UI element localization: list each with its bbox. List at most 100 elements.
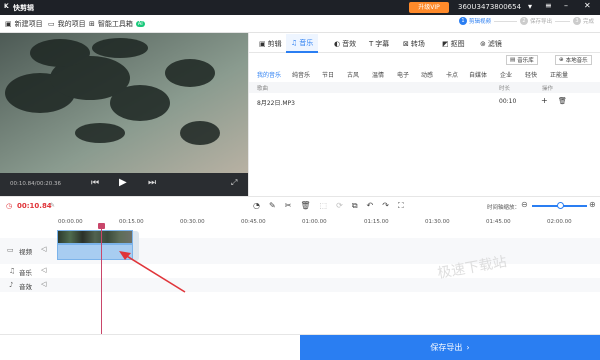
- track-volume-icon[interactable]: ◁: [41, 266, 46, 274]
- edit-time-icon[interactable]: ✎: [50, 202, 55, 209]
- ruler-tick: 01:30.00: [425, 219, 450, 225]
- ruler-tick: 00:45.00: [241, 219, 266, 225]
- save-export-button[interactable]: 保存导出 ›: [300, 335, 600, 360]
- local-music-label: 本地音乐: [565, 58, 588, 64]
- ruler-tick: 02:00.00: [547, 219, 572, 225]
- redo-icon[interactable]: ↷: [382, 201, 389, 211]
- text-icon: T: [369, 40, 374, 48]
- sfx-track: ♪ 音效 ◁: [0, 278, 600, 292]
- undo-icon[interactable]: ↶: [367, 201, 374, 211]
- tab-transition[interactable]: ⊠ 转场: [403, 37, 425, 51]
- step-3-label: 完成: [583, 19, 595, 25]
- edit-tools: ◔ ✎ ✂ 🗑 ⬚ ⟳ ⧉ ↶ ↷ ⛶: [253, 201, 404, 211]
- current-time: 00:10.84: [17, 202, 52, 210]
- step-3: 3 完成: [570, 17, 595, 25]
- category-enterprise[interactable]: 企业: [500, 70, 512, 79]
- song-duration: 00:10: [499, 98, 517, 105]
- video-track-icon: ▭: [7, 246, 14, 254]
- col-duration: 时长: [499, 86, 511, 92]
- tab-cutout[interactable]: ◩ 抠图: [442, 37, 465, 51]
- copy-icon[interactable]: ⧉: [352, 201, 358, 211]
- track-volume-icon[interactable]: ◁: [41, 245, 46, 253]
- tab-filter[interactable]: ⊚ 滤镜: [480, 37, 502, 51]
- pen-icon[interactable]: ✎: [269, 201, 276, 211]
- tab-clip[interactable]: ▣ 剪辑: [259, 37, 282, 51]
- speaker-icon: ◐: [334, 40, 341, 48]
- step-2-label: 保存导出: [530, 19, 553, 25]
- zoom-in-icon[interactable]: ⊕: [589, 200, 596, 209]
- category-warm[interactable]: 温情: [372, 70, 384, 79]
- category-electronic[interactable]: 电子: [397, 70, 409, 79]
- scissors-icon[interactable]: ✂: [285, 201, 292, 211]
- toolbox-button[interactable]: ⊞ 智能工具箱 AI: [89, 19, 145, 29]
- music-table-header: 歌曲 时长 操作: [249, 82, 600, 93]
- new-project-button[interactable]: ▣ 新建项目: [5, 19, 43, 29]
- tab-subtitle[interactable]: T 字幕: [369, 37, 389, 51]
- library-icon: ▤: [510, 57, 516, 63]
- video-track-label: 视频: [19, 248, 32, 256]
- add-icon[interactable]: +: [541, 96, 548, 105]
- transition-icon: ⊠: [403, 40, 409, 48]
- zoom-slider-handle[interactable]: [557, 202, 564, 209]
- video-clip-thumbnails[interactable]: [57, 230, 133, 244]
- fullscreen-icon[interactable]: ⤢: [231, 178, 237, 188]
- sfx-track-icon: ♪: [9, 281, 14, 289]
- timecode: 00:10.84/00:20.36: [10, 181, 62, 187]
- music-library-label: 音乐库: [517, 58, 534, 64]
- category-my-music[interactable]: 我的音乐: [257, 70, 281, 79]
- zoom-out-icon[interactable]: ⊖: [521, 200, 528, 209]
- import-icon: ⊕: [559, 57, 564, 63]
- music-library-button[interactable]: ▤ 音乐库: [506, 55, 538, 65]
- delete-icon[interactable]: 🗑: [558, 97, 567, 105]
- category-beat[interactable]: 卡点: [446, 70, 458, 79]
- save-export-label: 保存导出: [430, 343, 463, 352]
- dropdown-icon[interactable]: ▾: [528, 2, 532, 11]
- tab-music[interactable]: ♫ 音乐: [286, 34, 319, 53]
- video-preview: 00:10.84/00:20.36 ⏮ ▶ ⏭ ⤢: [0, 33, 248, 196]
- step-1-number: 1: [459, 17, 467, 25]
- play-icon[interactable]: ▶: [119, 177, 127, 188]
- track-volume-icon[interactable]: ◁: [41, 280, 46, 288]
- toolbox-icon: ⊞: [89, 20, 95, 28]
- upgrade-vip-button[interactable]: 升级VIP: [409, 2, 449, 13]
- tab-subtitle-label: 字幕: [375, 40, 390, 48]
- smart-cut-icon[interactable]: ⛶: [398, 201, 404, 211]
- user-id[interactable]: 360U3473800654: [458, 3, 521, 11]
- app-logo-icon: K: [4, 3, 9, 10]
- col-action: 操作: [542, 86, 554, 92]
- playhead[interactable]: [101, 228, 102, 335]
- category-positive[interactable]: 正能量: [550, 70, 568, 79]
- film-icon: ▣: [259, 40, 266, 48]
- category-dynamic[interactable]: 动感: [421, 70, 433, 79]
- trash-icon[interactable]: 🗑: [300, 201, 310, 211]
- rotate-icon[interactable]: ⟳: [336, 201, 343, 211]
- my-projects-button[interactable]: ▭ 我的项目: [48, 19, 86, 29]
- close-icon[interactable]: ✕: [584, 1, 591, 10]
- next-frame-icon[interactable]: ⏭: [148, 178, 156, 188]
- sfx-track-label: 音效: [19, 283, 32, 291]
- step-2-number: 2: [520, 17, 528, 25]
- cutout-icon: ◩: [442, 40, 449, 48]
- ruler-tick: 01:00.00: [302, 219, 327, 225]
- category-pure[interactable]: 纯音乐: [292, 70, 310, 79]
- category-light[interactable]: 轻快: [525, 70, 537, 79]
- time-ruler[interactable]: 00:00.00 00:15.00 00:30.00 00:45.00 01:0…: [0, 219, 600, 229]
- step-2: 2 保存导出: [517, 17, 556, 25]
- category-self-media[interactable]: 自媒体: [469, 70, 487, 79]
- category-ancient[interactable]: 古风: [347, 70, 359, 79]
- minimize-icon[interactable]: –: [564, 1, 568, 10]
- app-name: 快剪辑: [13, 4, 34, 12]
- speed-icon[interactable]: ◔: [253, 201, 260, 211]
- music-track-label: 音乐: [19, 269, 32, 277]
- local-music-button[interactable]: ⊕ 本地音乐: [555, 55, 592, 65]
- prev-frame-icon[interactable]: ⏮: [91, 178, 99, 188]
- ai-badge: AI: [135, 21, 145, 27]
- category-festival[interactable]: 节日: [322, 70, 334, 79]
- zoom-label: 时间轴缩放：: [487, 205, 521, 211]
- menu-icon[interactable]: ≡: [545, 1, 552, 10]
- tab-filter-label: 滤镜: [487, 40, 502, 48]
- table-row[interactable]: 8月22日.MP3 00:10 + 🗑: [249, 96, 600, 108]
- ruler-tick: 01:45.00: [486, 219, 511, 225]
- crop-icon[interactable]: ⬚: [320, 201, 328, 211]
- tab-sfx[interactable]: ◐ 音效: [334, 37, 356, 51]
